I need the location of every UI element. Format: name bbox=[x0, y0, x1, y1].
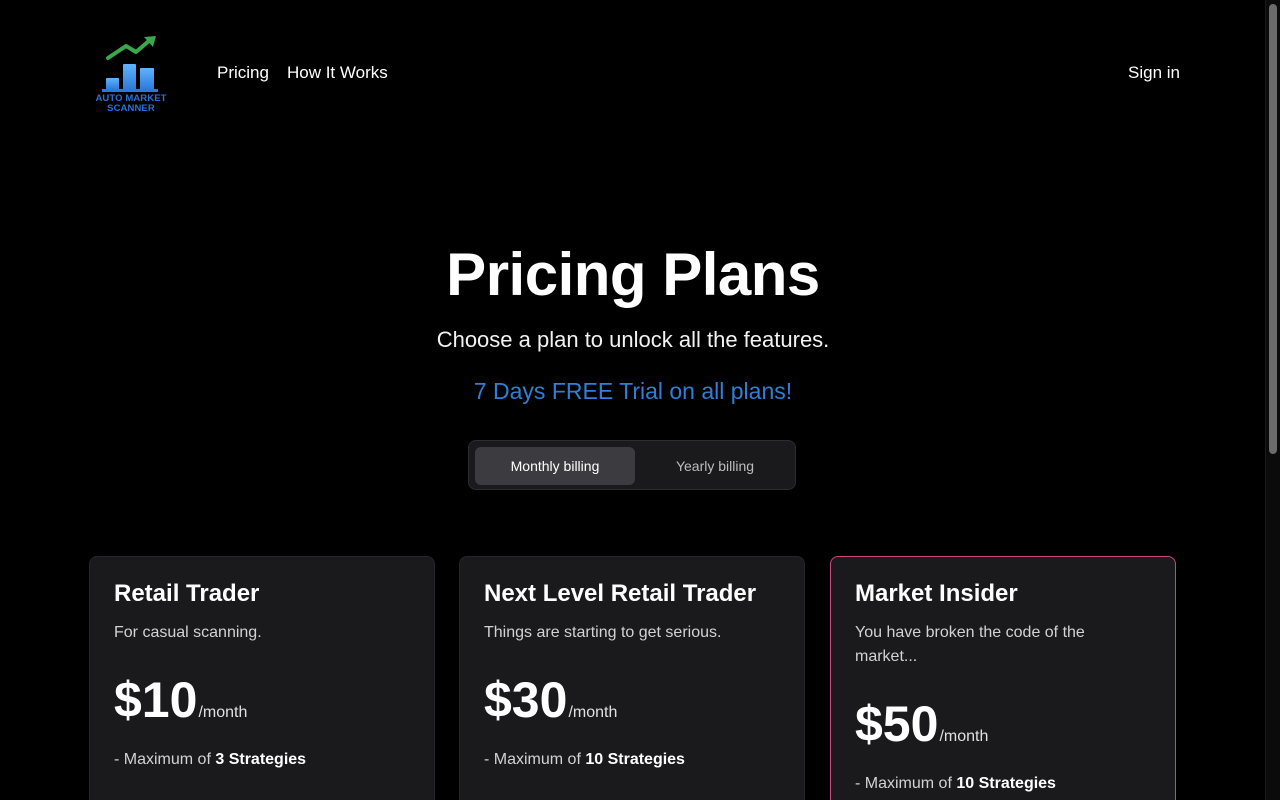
feature-highlight: 10 Strategies bbox=[585, 751, 685, 768]
price-amount: $50 bbox=[855, 696, 939, 752]
site-logo[interactable]: AUTO MARKET SCANNER bbox=[90, 34, 172, 116]
plan-feature: - Maximum of 10 Strategies bbox=[855, 775, 1151, 793]
logo-text: AUTO MARKET SCANNER bbox=[90, 94, 172, 114]
sign-in-link[interactable]: Sign in bbox=[1128, 63, 1180, 83]
nav-link-how-it-works[interactable]: How It Works bbox=[287, 63, 388, 83]
plan-price: $30 /month bbox=[484, 671, 780, 729]
plan-card-next-level-retail-trader: Next Level Retail Trader Things are star… bbox=[459, 556, 805, 800]
plan-description: You have broken the code of the market..… bbox=[855, 624, 1085, 665]
plan-card-retail-trader: Retail Trader For casual scanning. $10 /… bbox=[89, 556, 435, 800]
price-period: /month bbox=[198, 704, 248, 721]
plan-price: $50 /month bbox=[855, 695, 1151, 753]
logo-text-line2: SCANNER bbox=[107, 103, 155, 114]
pricing-page: AUTO MARKET SCANNER Pricing How It Works… bbox=[0, 0, 1280, 800]
feature-prefix: - Maximum of bbox=[855, 775, 957, 792]
page-title: Pricing Plans bbox=[446, 241, 820, 308]
bar-chart-trend-up-icon bbox=[102, 36, 158, 92]
billing-toggle: Monthly billing Yearly billing bbox=[468, 440, 796, 490]
price-period: /month bbox=[568, 704, 618, 721]
main-nav: Pricing How It Works bbox=[217, 63, 388, 83]
yearly-billing-button[interactable]: Yearly billing bbox=[639, 447, 791, 485]
price-period: /month bbox=[939, 728, 989, 745]
plan-name: Market Insider bbox=[855, 580, 1018, 607]
plan-feature: - Maximum of 10 Strategies bbox=[484, 751, 780, 769]
feature-highlight: 3 Strategies bbox=[215, 751, 307, 768]
feature-prefix: - Maximum of bbox=[484, 751, 586, 768]
feature-highlight: 10 Strategies bbox=[956, 775, 1056, 792]
plan-description: Things are starting to get serious. bbox=[484, 624, 722, 641]
feature-prefix: - Maximum of bbox=[114, 751, 216, 768]
price-amount: $30 bbox=[484, 672, 568, 728]
page-scrollbar[interactable] bbox=[1265, 0, 1280, 800]
plan-name: Next Level Retail Trader bbox=[484, 580, 757, 607]
site-header: AUTO MARKET SCANNER Pricing How It Works… bbox=[0, 0, 1266, 150]
price-amount: $10 bbox=[114, 672, 198, 728]
scrollbar-thumb[interactable] bbox=[1269, 4, 1277, 454]
trial-notice: 7 Days FREE Trial on all plans! bbox=[473, 378, 793, 404]
page-subtitle: Choose a plan to unlock all the features… bbox=[436, 327, 830, 352]
plan-card-market-insider: Market Insider You have broken the code … bbox=[830, 556, 1176, 800]
monthly-billing-button[interactable]: Monthly billing bbox=[475, 447, 635, 485]
plan-name: Retail Trader bbox=[114, 580, 260, 607]
plan-feature: - Maximum of 3 Strategies bbox=[114, 751, 410, 769]
plan-price: $10 /month bbox=[114, 671, 410, 729]
plan-description: For casual scanning. bbox=[114, 624, 262, 641]
nav-link-pricing[interactable]: Pricing bbox=[217, 63, 269, 83]
